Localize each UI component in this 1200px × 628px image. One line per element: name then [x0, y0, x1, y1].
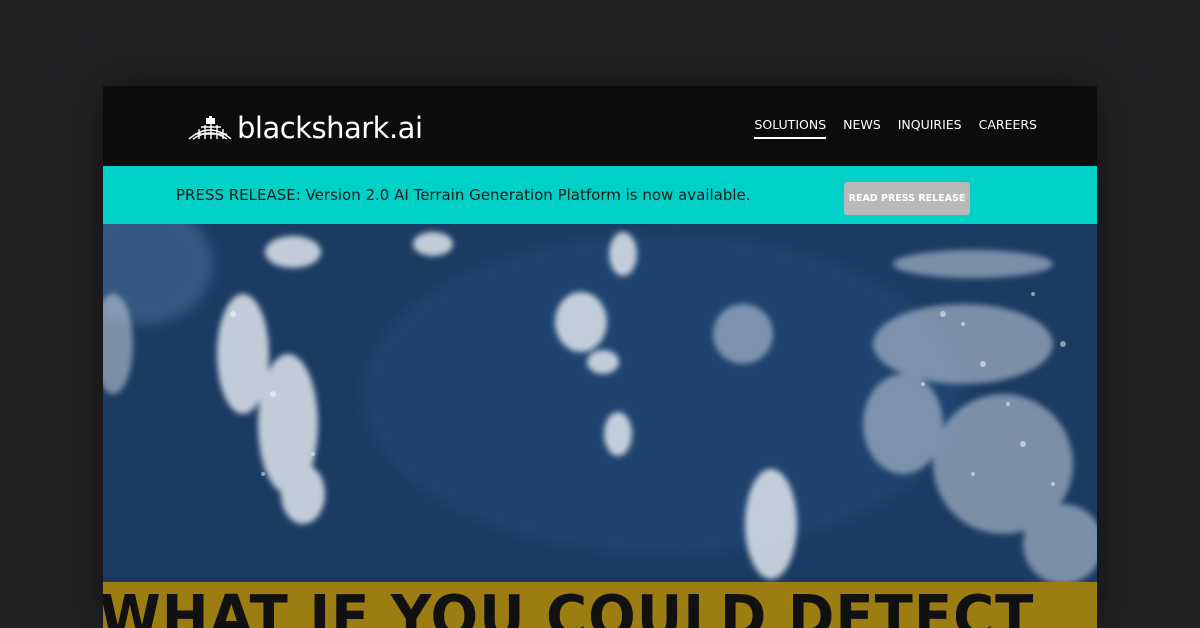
- logo-wordmark: blackshark.ai: [237, 108, 423, 148]
- logo[interactable]: blackshark.ai: [187, 108, 423, 148]
- top-navbar: blackshark.ai SOLUTIONS NEWS INQUIRIES C…: [103, 86, 1097, 166]
- page-frame: blackshark.ai SOLUTIONS NEWS INQUIRIES C…: [103, 86, 1097, 628]
- logo-text-main: blackshark: [237, 111, 389, 145]
- nav-solutions[interactable]: SOLUTIONS: [754, 116, 827, 139]
- headline-band: WHAT IF YOU COULD DETECT: [103, 582, 1097, 628]
- globe-grid-icon: [188, 116, 232, 140]
- logo-text-suffix: .ai: [388, 111, 423, 145]
- nav-news[interactable]: NEWS: [843, 116, 881, 139]
- press-release-banner: PRESS RELEASE: Version 2.0 AI Terrain Ge…: [103, 166, 1097, 224]
- hero-satellite-image: [103, 224, 1097, 582]
- press-release-text: PRESS RELEASE: Version 2.0 AI Terrain Ge…: [176, 186, 751, 204]
- nav-careers[interactable]: CAREERS: [979, 116, 1037, 139]
- main-nav: SOLUTIONS NEWS INQUIRIES CAREERS: [754, 116, 1037, 139]
- nav-inquiries[interactable]: INQUIRIES: [898, 116, 962, 139]
- satellite-earth-image: [103, 224, 1097, 582]
- read-press-release-button[interactable]: READ PRESS RELEASE: [844, 182, 970, 215]
- hero-headline: WHAT IF YOU COULD DETECT: [103, 583, 1035, 628]
